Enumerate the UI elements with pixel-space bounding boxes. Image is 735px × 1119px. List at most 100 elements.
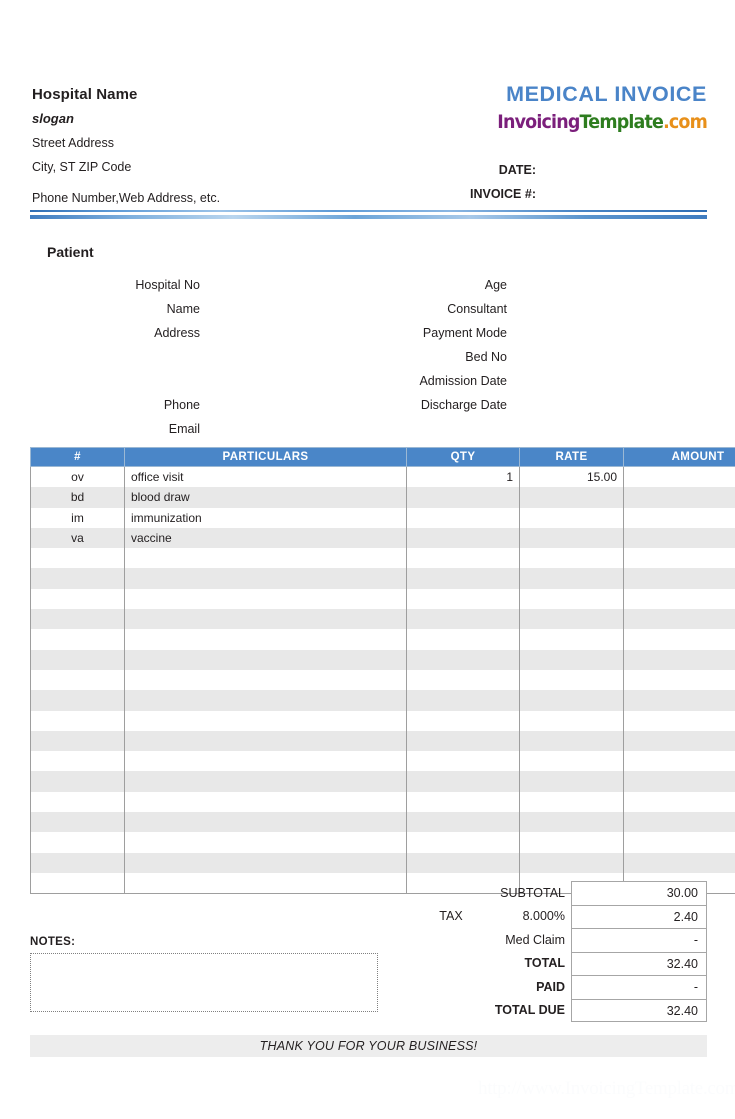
table-row[interactable]	[30, 629, 735, 650]
cell-qty[interactable]	[406, 710, 520, 731]
cell-number[interactable]: bd	[30, 487, 125, 508]
cell-rate[interactable]	[519, 527, 624, 549]
cell-particulars[interactable]	[124, 690, 407, 711]
total-value[interactable]: -	[571, 975, 707, 999]
cell-rate[interactable]	[519, 669, 624, 691]
cell-rate[interactable]	[519, 751, 624, 772]
table-row[interactable]	[30, 609, 735, 630]
cell-particulars[interactable]: blood draw	[124, 487, 407, 508]
cell-amount[interactable]	[623, 568, 735, 589]
total-value[interactable]: 32.40	[571, 998, 707, 1022]
cell-qty[interactable]	[406, 730, 520, 752]
cell-qty[interactable]	[406, 487, 520, 508]
table-row[interactable]	[30, 852, 735, 873]
cell-number[interactable]	[30, 588, 125, 610]
cell-number[interactable]: ov	[30, 466, 125, 488]
cell-rate[interactable]	[519, 852, 624, 873]
total-value[interactable]: 32.40	[571, 951, 707, 975]
cell-amount[interactable]	[623, 751, 735, 772]
cell-qty[interactable]: 1	[406, 466, 520, 488]
cell-rate[interactable]	[519, 791, 624, 813]
cell-qty[interactable]	[406, 791, 520, 813]
cell-number[interactable]	[30, 690, 125, 711]
cell-qty[interactable]	[406, 568, 520, 589]
cell-particulars[interactable]	[124, 791, 407, 813]
table-row[interactable]: bd blood draw	[30, 487, 735, 508]
cell-number[interactable]	[30, 629, 125, 650]
cell-amount[interactable]	[623, 487, 735, 508]
cell-qty[interactable]	[406, 507, 520, 528]
cell-particulars[interactable]	[124, 588, 407, 610]
cell-particulars[interactable]	[124, 730, 407, 752]
cell-number[interactable]	[30, 710, 125, 731]
cell-particulars[interactable]	[124, 609, 407, 630]
table-row[interactable]	[30, 669, 735, 691]
cell-particulars[interactable]	[124, 771, 407, 792]
cell-amount[interactable]	[623, 832, 735, 853]
cell-particulars[interactable]	[124, 812, 407, 833]
cell-rate[interactable]	[519, 730, 624, 752]
table-row[interactable]: im immunization	[30, 507, 735, 528]
cell-amount[interactable]	[623, 609, 735, 630]
table-row[interactable]	[30, 649, 735, 670]
cell-amount[interactable]	[623, 771, 735, 792]
table-row[interactable]	[30, 548, 735, 569]
cell-number[interactable]	[30, 791, 125, 813]
cell-rate[interactable]	[519, 609, 624, 630]
cell-amount[interactable]	[623, 507, 735, 528]
cell-particulars[interactable]	[124, 710, 407, 731]
cell-particulars[interactable]	[124, 629, 407, 650]
cell-rate[interactable]	[519, 487, 624, 508]
cell-particulars[interactable]	[124, 872, 407, 895]
cell-qty[interactable]	[406, 588, 520, 610]
cell-rate[interactable]	[519, 812, 624, 833]
cell-rate[interactable]	[519, 588, 624, 610]
cell-number[interactable]	[30, 872, 125, 895]
cell-rate[interactable]	[519, 690, 624, 711]
cell-qty[interactable]	[406, 629, 520, 650]
table-row[interactable]	[30, 751, 735, 772]
cell-rate[interactable]	[519, 771, 624, 792]
cell-particulars[interactable]: vaccine	[124, 527, 407, 549]
table-row[interactable]	[30, 832, 735, 853]
cell-number[interactable]	[30, 832, 125, 853]
cell-particulars[interactable]	[124, 669, 407, 691]
cell-qty[interactable]	[406, 548, 520, 569]
cell-number[interactable]	[30, 649, 125, 670]
table-row[interactable]	[30, 812, 735, 833]
table-row[interactable]	[30, 771, 735, 792]
cell-number[interactable]	[30, 568, 125, 589]
table-row[interactable]: ovoffice visit115.0015.00	[30, 466, 735, 488]
total-value[interactable]: 30.00	[571, 881, 707, 905]
table-row[interactable]	[30, 588, 735, 610]
total-value[interactable]: -	[571, 928, 707, 952]
cell-number[interactable]	[30, 730, 125, 752]
cell-amount[interactable]: 15.00	[623, 466, 735, 488]
cell-number[interactable]: va	[30, 527, 125, 549]
cell-qty[interactable]	[406, 609, 520, 630]
cell-particulars[interactable]	[124, 568, 407, 589]
cell-particulars[interactable]	[124, 751, 407, 772]
cell-qty[interactable]	[406, 812, 520, 833]
cell-rate[interactable]	[519, 507, 624, 528]
cell-rate[interactable]	[519, 649, 624, 670]
cell-qty[interactable]	[406, 751, 520, 772]
table-row[interactable]	[30, 568, 735, 589]
cell-amount[interactable]	[623, 527, 735, 549]
cell-number[interactable]	[30, 548, 125, 569]
table-row[interactable]	[30, 690, 735, 711]
cell-rate[interactable]	[519, 568, 624, 589]
cell-amount[interactable]	[623, 548, 735, 569]
table-row[interactable]: 15.00	[30, 710, 735, 731]
cell-number[interactable]: im	[30, 507, 125, 528]
cell-amount[interactable]	[623, 649, 735, 670]
cell-number[interactable]	[30, 771, 125, 792]
cell-qty[interactable]	[406, 832, 520, 853]
cell-amount[interactable]	[623, 852, 735, 873]
cell-amount[interactable]: 15.00	[623, 710, 735, 731]
cell-qty[interactable]	[406, 527, 520, 549]
cell-amount[interactable]	[623, 812, 735, 833]
cell-rate[interactable]	[519, 710, 624, 731]
table-row[interactable]	[30, 791, 735, 813]
total-value[interactable]: 2.40	[571, 904, 707, 928]
